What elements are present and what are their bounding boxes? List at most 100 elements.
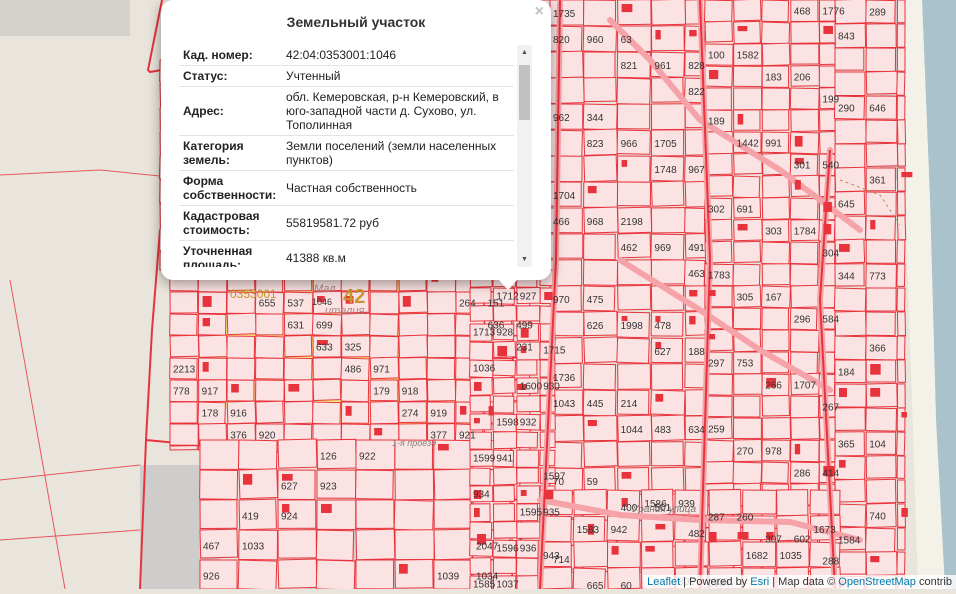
parcel-outline[interactable]: [896, 311, 907, 337]
parcel-outline[interactable]: [684, 363, 706, 389]
parcel-outline[interactable]: [650, 180, 685, 207]
parcel-outline[interactable]: [516, 305, 541, 322]
parcel-outline[interactable]: [650, 389, 686, 416]
parcel-outline[interactable]: [197, 291, 228, 315]
parcel-outline[interactable]: [789, 329, 820, 353]
parcel-outline[interactable]: [684, 180, 707, 208]
parcel-outline[interactable]: [684, 207, 706, 234]
parcel-outline[interactable]: [833, 335, 867, 361]
parcel-outline[interactable]: [277, 529, 317, 559]
parcel-outline[interactable]: [199, 469, 239, 500]
parcel-outline[interactable]: [834, 166, 866, 193]
parcel-outline[interactable]: [394, 558, 434, 589]
parcel-outline[interactable]: [896, 551, 906, 575]
parcel-outline[interactable]: [761, 329, 790, 352]
parcel-outline[interactable]: [896, 167, 906, 192]
parcel-outline[interactable]: [312, 357, 343, 380]
parcel-outline[interactable]: [426, 378, 457, 402]
parcel-outline[interactable]: [516, 449, 540, 468]
parcel-outline[interactable]: [583, 233, 616, 261]
parcel-outline[interactable]: [617, 284, 652, 311]
parcel-outline[interactable]: [761, 174, 790, 199]
parcel-outline[interactable]: [650, 207, 686, 234]
parcel-outline[interactable]: [833, 287, 867, 312]
parcel-outline[interactable]: [169, 423, 199, 446]
parcel-outline[interactable]: [516, 395, 541, 413]
parcel-outline[interactable]: [469, 413, 492, 431]
parcel-outline[interactable]: [469, 503, 491, 523]
parcel-outline[interactable]: [865, 455, 897, 479]
parcel-outline[interactable]: [369, 291, 400, 315]
parcel-outline[interactable]: [226, 335, 256, 359]
parcel-outline[interactable]: [583, 181, 619, 209]
parcel-outline[interactable]: [704, 460, 735, 485]
parcel-outline[interactable]: [896, 95, 906, 121]
parcel-outline[interactable]: [790, 108, 820, 133]
parcel-outline[interactable]: [426, 291, 457, 315]
parcel-outline[interactable]: [393, 499, 435, 532]
parcel-outline[interactable]: [761, 87, 791, 111]
parcel-outline[interactable]: [355, 499, 395, 529]
parcel-outline[interactable]: [199, 499, 238, 530]
scroll-up-arrow-icon[interactable]: ▲: [517, 45, 532, 60]
parcel-outline[interactable]: [237, 439, 278, 471]
parcel-outline[interactable]: [492, 484, 516, 503]
parcel-outline[interactable]: [790, 43, 820, 65]
parcel-outline[interactable]: [834, 310, 867, 337]
parcel-outline[interactable]: [583, 51, 616, 79]
parcel-outline[interactable]: [617, 466, 650, 493]
parcel-outline[interactable]: [896, 263, 906, 287]
parcel-outline[interactable]: [516, 521, 541, 539]
parcel-outline[interactable]: [277, 558, 318, 589]
parcel-outline[interactable]: [896, 431, 906, 456]
parcel-outline[interactable]: [426, 335, 456, 359]
parcel-outline[interactable]: [433, 528, 473, 561]
parcel-outline[interactable]: [790, 416, 820, 440]
parcel-outline[interactable]: [433, 468, 475, 501]
parcel-outline[interactable]: [226, 357, 256, 381]
popup-scroll-area[interactable]: Кад. номер: 42:04:0353001:1046 Статус: Учт…: [179, 45, 532, 267]
parcel-outline[interactable]: [516, 467, 539, 484]
parcel-outline[interactable]: [492, 395, 515, 414]
parcel-outline[interactable]: [355, 559, 395, 590]
parcel-outline[interactable]: [616, 337, 650, 364]
parcel-outline[interactable]: [809, 489, 841, 515]
parcel-outline[interactable]: [340, 379, 370, 403]
parcel-outline[interactable]: [834, 119, 867, 145]
parcel-outline[interactable]: [469, 395, 492, 413]
parcel-outline[interactable]: [283, 334, 313, 358]
parcel-outline[interactable]: [789, 439, 820, 463]
parcel-outline[interactable]: [703, 0, 733, 23]
parcel-outline[interactable]: [865, 142, 899, 168]
parcel-outline[interactable]: [865, 23, 897, 49]
parcel-outline[interactable]: [896, 71, 906, 96]
parcel-outline[interactable]: [789, 395, 820, 419]
scrollbar-thumb[interactable]: [519, 65, 530, 120]
parcel-outline[interactable]: [761, 417, 791, 440]
parcel-outline[interactable]: [896, 383, 906, 409]
parcel-outline[interactable]: [896, 0, 906, 24]
parcel-outline[interactable]: [865, 47, 897, 73]
parcel-outline[interactable]: [896, 47, 906, 72]
parcel-outline[interactable]: [650, 466, 685, 493]
parcel-outline[interactable]: [732, 263, 761, 287]
parcel-outline[interactable]: [394, 529, 435, 561]
parcel-outline[interactable]: [312, 401, 341, 425]
parcel-outline[interactable]: [896, 407, 906, 432]
parcel-outline[interactable]: [865, 70, 899, 95]
parcel-outline[interactable]: [865, 119, 898, 144]
parcel-outline[interactable]: [398, 356, 428, 380]
parcel-outline[interactable]: [896, 239, 906, 264]
parcel-outline[interactable]: [733, 87, 763, 111]
parcel-outline[interactable]: [169, 291, 199, 314]
parcel-outline[interactable]: [865, 191, 897, 217]
parcel-outline[interactable]: [703, 439, 735, 464]
parcel-outline[interactable]: [573, 540, 609, 568]
parcel-outline[interactable]: [516, 575, 539, 591]
parcel-outline[interactable]: [617, 363, 652, 390]
parcel-outline[interactable]: [761, 109, 790, 131]
esri-link[interactable]: Esri: [750, 576, 769, 588]
parcel-outline[interactable]: [492, 466, 518, 486]
parcel-outline[interactable]: [469, 467, 491, 486]
parcel-outline[interactable]: [761, 0, 790, 23]
